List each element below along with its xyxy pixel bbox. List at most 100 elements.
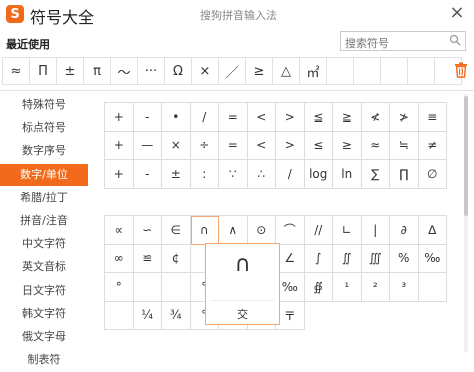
symbol-cell[interactable]: ln xyxy=(333,160,362,189)
symbol-cell[interactable]: ≡ xyxy=(418,103,447,132)
symbol-cell[interactable]: ≥ xyxy=(333,131,362,160)
symbol-cell[interactable]: - xyxy=(133,160,162,189)
sidebar-item[interactable]: 韩文字符 xyxy=(0,303,88,325)
symbol-cell[interactable]: ∵ xyxy=(219,160,248,189)
search-box[interactable] xyxy=(340,31,466,53)
symbol-cell[interactable]: < xyxy=(247,131,276,160)
symbol-cell[interactable]: ° xyxy=(105,273,134,302)
symbol-cell[interactable]: ± xyxy=(162,160,191,189)
recent-symbol-cell[interactable]: π xyxy=(83,57,111,85)
symbol-cell[interactable]: / xyxy=(190,103,219,132)
symbol-cell[interactable]: > xyxy=(276,103,305,132)
symbol-cell[interactable]: ∫ xyxy=(304,244,333,273)
symbol-cell[interactable]: • xyxy=(162,103,191,132)
symbol-cell[interactable]: ∩ xyxy=(190,216,219,245)
symbol-cell[interactable]: / xyxy=(276,160,305,189)
symbol-cell[interactable]: ∟ xyxy=(333,216,362,245)
symbol-cell[interactable]: 〒 xyxy=(276,301,305,330)
scrollbar[interactable] xyxy=(464,94,468,352)
symbol-cell[interactable]: > xyxy=(276,131,305,160)
symbol-cell[interactable]: ² xyxy=(361,273,390,302)
sidebar-item[interactable]: 拼音/注音 xyxy=(0,210,88,232)
symbol-cell[interactable]: = xyxy=(219,103,248,132)
symbol-cell[interactable]: ≤ xyxy=(304,131,333,160)
symbol-cell[interactable]: ⌒ xyxy=(276,216,305,245)
sidebar-item[interactable]: 标点符号 xyxy=(0,117,88,139)
symbol-cell[interactable]: : xyxy=(190,160,219,189)
recent-symbol-cell[interactable]: × xyxy=(191,57,219,85)
sidebar-item[interactable]: 中文字符 xyxy=(0,233,88,255)
symbol-cell[interactable]: < xyxy=(247,103,276,132)
trash-icon[interactable] xyxy=(454,62,468,78)
symbol-cell[interactable]: + xyxy=(105,103,134,132)
symbol-cell[interactable]: ∂ xyxy=(390,216,419,245)
symbol-cell[interactable]: // xyxy=(304,216,333,245)
sidebar-item[interactable]: 数字序号 xyxy=(0,140,88,162)
symbol-cell[interactable]: ≒ xyxy=(390,131,419,160)
sidebar-item[interactable]: 希腊/拉丁 xyxy=(0,187,88,209)
symbol-cell[interactable]: ∞ xyxy=(105,244,134,273)
symbol-cell[interactable]: ≮ xyxy=(361,103,390,132)
symbol-cell[interactable]: ≠ xyxy=(418,131,447,160)
sidebar-item[interactable]: 特殊符号 xyxy=(0,94,88,116)
symbol-cell[interactable]: | xyxy=(361,216,390,245)
recent-symbol-cell[interactable]: ／ xyxy=(218,57,246,85)
symbol-cell[interactable]: ∧ xyxy=(219,216,248,245)
symbol-cell[interactable]: ∅ xyxy=(418,160,447,189)
symbol-cell[interactable]: ∬ xyxy=(333,244,362,273)
symbol-cell[interactable]: ‰ xyxy=(418,244,447,273)
symbol-cell[interactable]: log xyxy=(304,160,333,189)
symbol-cell[interactable]: ¼ xyxy=(133,301,162,330)
symbol-cell[interactable]: ¾ xyxy=(162,301,191,330)
sidebar-item[interactable]: 俄文字母 xyxy=(0,326,88,348)
recent-symbol-cell[interactable]: Ω xyxy=(164,57,192,85)
recent-symbol-cell[interactable] xyxy=(380,57,408,85)
recent-symbol-cell[interactable]: △ xyxy=(272,57,300,85)
recent-symbol-cell[interactable]: ㎡ xyxy=(299,57,327,85)
symbol-cell[interactable]: ¹ xyxy=(333,273,362,302)
symbol-cell[interactable]: ∑ xyxy=(361,160,390,189)
symbol-cell[interactable]: ≈ xyxy=(361,131,390,160)
sidebar-item[interactable]: 数字/单位 xyxy=(0,163,88,186)
symbol-cell[interactable]: — xyxy=(133,131,162,160)
symbol-cell[interactable]: ∭ xyxy=(361,244,390,273)
symbol-cell[interactable]: ‰ xyxy=(276,273,305,302)
symbol-cell[interactable]: ≌ xyxy=(133,244,162,273)
symbol-cell[interactable]: ∴ xyxy=(247,160,276,189)
symbol-cell[interactable] xyxy=(105,301,134,330)
symbol-cell[interactable] xyxy=(162,273,191,302)
recent-symbol-cell[interactable] xyxy=(353,57,381,85)
symbol-cell[interactable]: ∽ xyxy=(133,216,162,245)
recent-symbol-cell[interactable]: Π xyxy=(29,57,57,85)
sidebar-item[interactable]: 制表符 xyxy=(0,349,88,371)
recent-symbol-cell[interactable]: ≈ xyxy=(2,57,30,85)
symbol-cell[interactable]: × xyxy=(162,131,191,160)
symbol-cell[interactable]: ÷ xyxy=(190,131,219,160)
symbol-cell[interactable]: ≦ xyxy=(304,103,333,132)
symbol-cell[interactable]: ≧ xyxy=(333,103,362,132)
symbol-cell[interactable]: ∏ xyxy=(390,160,419,189)
sidebar-item[interactable]: 英文音标 xyxy=(0,256,88,278)
recent-symbol-cell[interactable] xyxy=(407,57,435,85)
symbol-cell[interactable]: = xyxy=(219,131,248,160)
symbol-cell[interactable]: + xyxy=(105,160,134,189)
symbol-cell[interactable]: - xyxy=(133,103,162,132)
recent-symbol-cell[interactable] xyxy=(326,57,354,85)
symbol-cell[interactable]: ≯ xyxy=(390,103,419,132)
search-icon[interactable] xyxy=(449,34,461,46)
recent-symbol-cell[interactable]: ～ xyxy=(110,57,138,85)
symbol-cell[interactable]: ∝ xyxy=(105,216,134,245)
close-button[interactable]: × xyxy=(448,2,466,23)
symbol-cell[interactable]: % xyxy=(390,244,419,273)
recent-symbol-cell[interactable]: ± xyxy=(56,57,84,85)
symbol-cell[interactable]: ⊙ xyxy=(247,216,276,245)
search-input[interactable] xyxy=(341,34,445,53)
scrollbar-thumb[interactable] xyxy=(464,96,468,216)
symbol-cell[interactable]: ³ xyxy=(390,273,419,302)
symbol-cell[interactable] xyxy=(133,273,162,302)
symbol-cell[interactable]: ¢ xyxy=(162,244,191,273)
symbol-cell[interactable]: ∆ xyxy=(418,216,447,245)
symbol-cell[interactable]: ∈ xyxy=(162,216,191,245)
recent-symbol-cell[interactable]: ··· xyxy=(137,57,165,85)
symbol-cell[interactable]: ∯ xyxy=(304,273,333,302)
